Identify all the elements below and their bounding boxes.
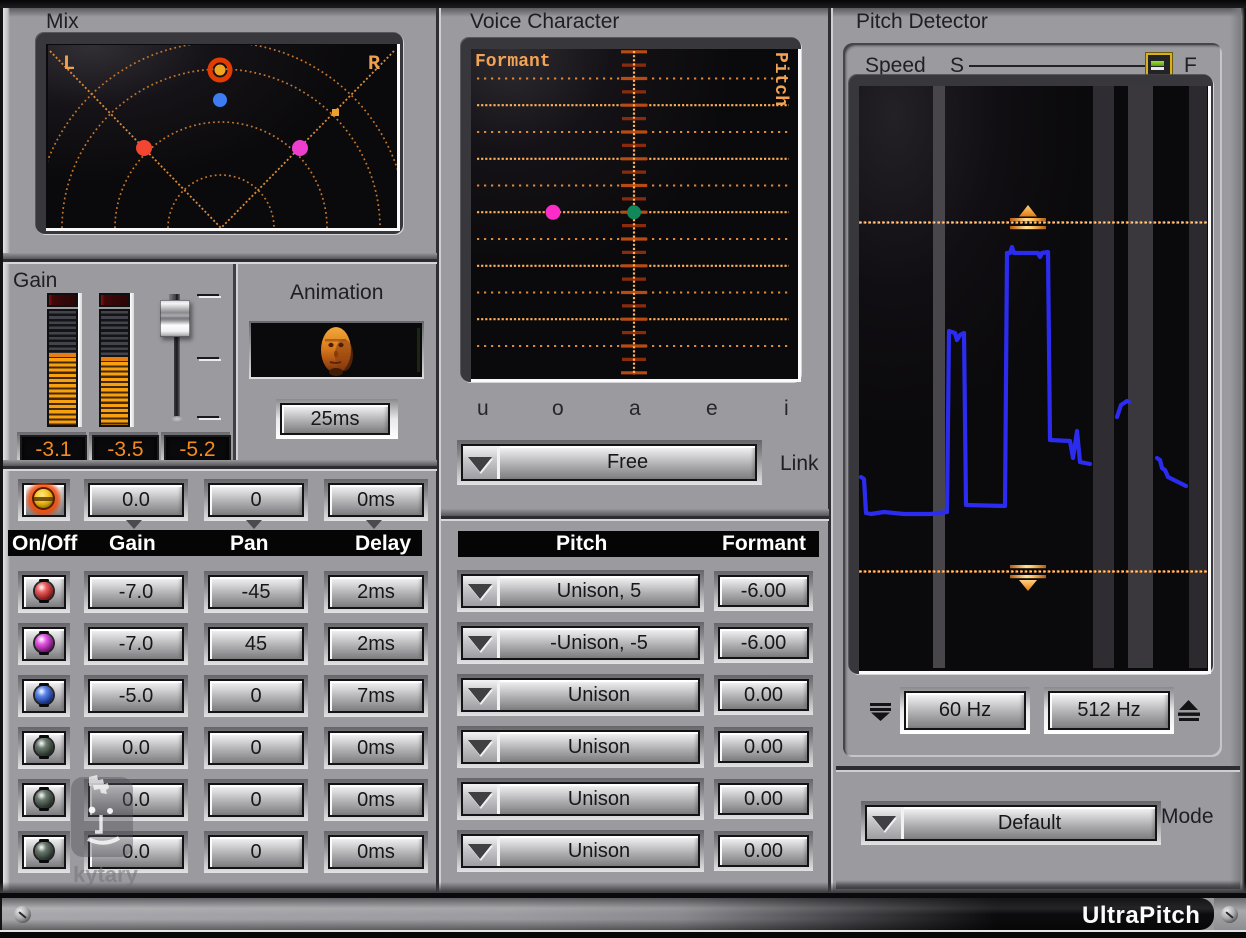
svg-text:R: R: [368, 53, 380, 76]
svg-text:L: L: [63, 53, 75, 76]
svg-text:Formant: Formant: [475, 52, 551, 72]
svg-text:Pitch: Pitch: [770, 52, 790, 106]
